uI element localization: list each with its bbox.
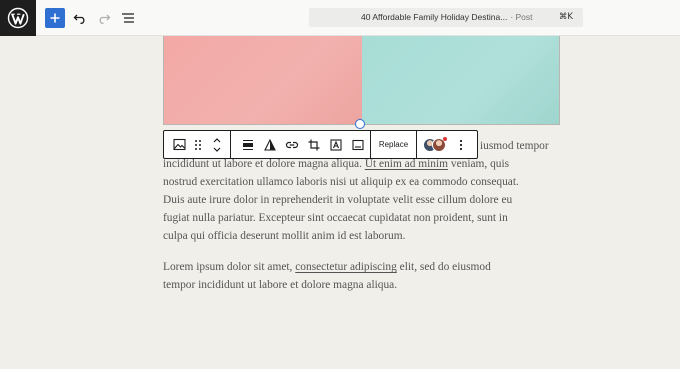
paragraph-line: fugiat nulla pariatur. Excepteur sint oc… bbox=[163, 212, 508, 224]
align-center-icon bbox=[243, 139, 253, 150]
list-view-icon bbox=[122, 13, 134, 23]
redo-icon bbox=[99, 14, 111, 24]
crop-icon bbox=[308, 139, 320, 150]
undo-button[interactable] bbox=[70, 8, 90, 28]
caption-icon bbox=[352, 139, 364, 150]
drag-handle-icon bbox=[195, 139, 201, 150]
paragraph-line: Duis aute irure dolor in reprehenderit i… bbox=[163, 194, 513, 206]
replace-button[interactable]: Replace bbox=[379, 140, 408, 149]
command-palette-bar[interactable]: 40 Affordable Family Holiday Destina... ·… bbox=[309, 8, 583, 27]
shortcut-hint: ⌘K bbox=[558, 12, 573, 22]
image-icon bbox=[172, 138, 186, 151]
text-span: incididunt ut labore et dolore magna ali… bbox=[163, 158, 365, 170]
document-overview-button[interactable] bbox=[118, 8, 138, 28]
link-button[interactable] bbox=[281, 131, 303, 158]
duotone-icon bbox=[264, 138, 276, 151]
caption-button[interactable] bbox=[347, 131, 369, 158]
paragraph-line: Lorem ipsum dolor sit amet, consectetur … bbox=[163, 258, 491, 276]
drag-handle[interactable] bbox=[190, 131, 206, 158]
document-title-text: 40 Affordable Family Holiday Destina... bbox=[361, 12, 508, 22]
wordpress-logo-icon[interactable] bbox=[0, 0, 36, 36]
paragraph-line: culpa qui officia deserunt mollit anim i… bbox=[163, 230, 406, 242]
text-span: elit, sed do eiusmod bbox=[396, 261, 491, 273]
text-overlay-icon bbox=[330, 138, 342, 151]
move-buttons[interactable] bbox=[206, 131, 228, 158]
link-icon bbox=[285, 141, 299, 148]
collaborator-avatars[interactable] bbox=[423, 131, 447, 158]
options-button[interactable] bbox=[454, 131, 468, 158]
toolbar-group-replace: Replace bbox=[371, 131, 417, 158]
duotone-button[interactable] bbox=[259, 131, 281, 158]
image-left-panel bbox=[164, 36, 362, 124]
paragraph-line: tempor incididunt ut labore et dolore ma… bbox=[163, 279, 398, 291]
paragraph-line: iusmod tempor bbox=[480, 140, 549, 152]
block-type-button[interactable] bbox=[168, 131, 190, 158]
text-overlay-button[interactable] bbox=[325, 131, 347, 158]
plus-icon bbox=[50, 13, 60, 23]
paragraph-line: incididunt ut labore et dolore magna ali… bbox=[163, 155, 509, 173]
move-up-down-icon bbox=[213, 137, 221, 152]
editor-top-bar: 40 Affordable Family Holiday Destina... ·… bbox=[0, 0, 680, 36]
post-type-label: · Post bbox=[510, 12, 533, 22]
text-span: Lorem ipsum dolor sit amet, bbox=[163, 261, 296, 273]
image-resize-handle[interactable] bbox=[355, 119, 365, 129]
avatar bbox=[432, 136, 447, 152]
align-button[interactable] bbox=[237, 131, 259, 158]
undo-icon bbox=[73, 14, 85, 24]
add-block-button[interactable] bbox=[45, 8, 65, 28]
redo-button[interactable] bbox=[94, 8, 114, 28]
crop-button[interactable] bbox=[303, 131, 325, 158]
document-title: 40 Affordable Family Holiday Destina... ·… bbox=[361, 12, 533, 22]
inline-link[interactable]: Ut enim ad minim bbox=[365, 158, 448, 170]
toolbar-group-block bbox=[164, 131, 231, 158]
paragraph-line: nostrud exercitation ullamco laboris nis… bbox=[163, 176, 519, 188]
toolbar-group-more bbox=[417, 131, 477, 158]
toolbar-group-tools bbox=[231, 131, 371, 158]
image-right-panel bbox=[361, 36, 559, 124]
inline-link[interactable]: consectetur adipiscing bbox=[295, 261, 397, 273]
more-vertical-icon bbox=[459, 139, 463, 150]
text-span: veniam, quis bbox=[448, 158, 510, 170]
image-block[interactable] bbox=[163, 36, 560, 125]
